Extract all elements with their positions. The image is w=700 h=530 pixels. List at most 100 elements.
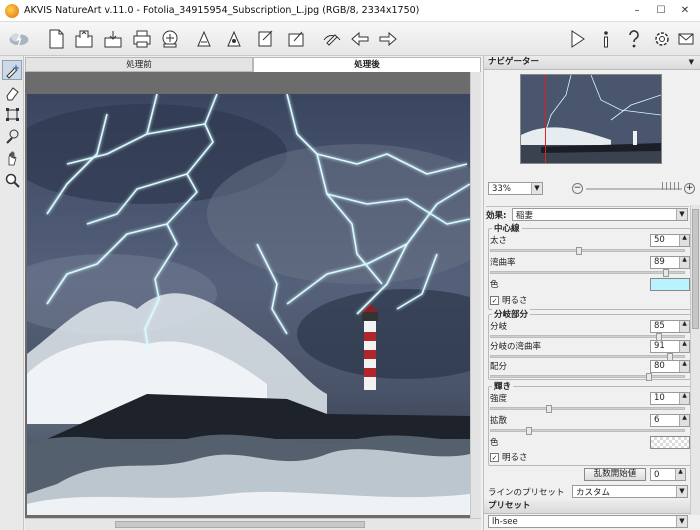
preset-dropdown-icon: ▼ xyxy=(676,516,687,527)
thickness-stepper[interactable]: 50 ▲ xyxy=(650,233,690,247)
distribution-value: 80 xyxy=(654,361,665,371)
navigator-header: ナビゲーター ▼ xyxy=(484,56,700,70)
tab-before[interactable]: 処理前 xyxy=(25,57,253,72)
thickness-label: 太さ xyxy=(490,236,508,246)
branch-label: 分岐 xyxy=(490,322,508,332)
image-canvas-area[interactable] xyxy=(25,72,481,518)
curvature-value: 89 xyxy=(654,257,665,267)
tab-after[interactable]: 処理後 xyxy=(253,57,481,72)
canvas-horizontal-scrollbar[interactable] xyxy=(25,518,481,530)
branch-curvature-value: 91 xyxy=(654,341,665,351)
spin-arrows-icon[interactable]: ▲ xyxy=(679,340,689,352)
zoom-dropdown-icon: ▼ xyxy=(531,183,542,194)
history-brush-tool-icon[interactable] xyxy=(2,126,22,146)
intensity-stepper[interactable]: 10 ▲ xyxy=(650,391,690,405)
line-preset-label: ラインのプリセット xyxy=(488,488,565,498)
minimize-button[interactable]: – xyxy=(630,4,644,18)
run-play-icon[interactable] xyxy=(565,27,589,51)
random-seed-button[interactable]: 乱数開始値 xyxy=(584,468,646,481)
glow-color-label: 色 xyxy=(490,438,499,448)
close-button[interactable]: ✕ xyxy=(678,4,692,18)
spin-arrows-icon[interactable]: ▲ xyxy=(675,469,685,480)
spin-arrows-icon[interactable]: ▲ xyxy=(679,234,689,246)
distribution-stepper[interactable]: 80 ▲ xyxy=(650,359,690,373)
branch-value: 85 xyxy=(654,321,665,331)
center-color-label: 色 xyxy=(490,280,499,290)
intensity-slider[interactable] xyxy=(490,405,685,413)
maximize-button[interactable]: ☐ xyxy=(654,4,668,18)
batch-icon[interactable] xyxy=(192,27,216,51)
navigator-view-frame[interactable] xyxy=(545,75,661,163)
line-preset-select[interactable]: カスタム ▼ xyxy=(572,485,688,498)
glow-brightness-checkbox[interactable]: ✓ xyxy=(490,452,499,462)
notifications-icon[interactable] xyxy=(674,27,698,51)
preset-edit-icon[interactable] xyxy=(284,27,308,51)
zoom-select[interactable]: 33% ▼ xyxy=(488,182,543,195)
branch-curvature-stepper[interactable]: 91 ▲ xyxy=(650,339,690,353)
zoom-out-button[interactable]: − xyxy=(572,183,583,194)
spread-stepper[interactable]: 6 ▲ xyxy=(650,413,690,427)
presets-header: プリセット xyxy=(484,500,691,514)
curvature-label: 湾曲率 xyxy=(490,258,516,268)
open-file-icon[interactable] xyxy=(72,27,96,51)
print-icon[interactable] xyxy=(130,27,154,51)
intensity-value: 10 xyxy=(654,393,665,403)
canvas-vertical-scrollbar[interactable] xyxy=(470,72,481,518)
zoom-slider[interactable] xyxy=(586,182,682,190)
hand-tool-icon[interactable] xyxy=(2,148,22,168)
spread-value: 6 xyxy=(654,415,660,425)
random-seed-value: 0 xyxy=(654,469,660,480)
effect-select[interactable]: 稲妻 ▼ xyxy=(512,208,688,221)
distribution-slider[interactable] xyxy=(490,373,685,381)
processed-image[interactable] xyxy=(27,94,470,515)
panel-scroll-thumb[interactable] xyxy=(692,209,699,329)
zoom-tool-icon[interactable] xyxy=(2,170,22,190)
navigator-thumbnail[interactable] xyxy=(520,74,662,164)
distribution-slider-knob[interactable] xyxy=(646,373,652,381)
effect-label: 効果: xyxy=(486,211,507,221)
spin-arrows-icon[interactable]: ▲ xyxy=(679,414,689,426)
curvature-stepper[interactable]: 89 ▲ xyxy=(650,255,690,269)
spin-arrows-icon[interactable]: ▲ xyxy=(679,256,689,268)
random-seed-stepper[interactable]: 0 ▲ xyxy=(650,468,686,481)
center-brightness-label: 明るさ xyxy=(502,296,528,306)
preset-export-icon[interactable] xyxy=(254,27,278,51)
share-icon[interactable] xyxy=(158,27,182,51)
collapse-chevron-icon[interactable]: ▼ xyxy=(689,56,694,69)
main-toolbar xyxy=(0,22,700,56)
spin-arrows-icon[interactable]: ▲ xyxy=(679,320,689,332)
lightning-brush-tool-icon[interactable] xyxy=(2,60,22,80)
spread-slider[interactable] xyxy=(490,427,685,435)
undo-arrow-icon[interactable] xyxy=(348,27,372,51)
zoom-in-button[interactable]: + xyxy=(684,183,695,194)
akvis-home-icon[interactable] xyxy=(4,27,34,51)
horizontal-scroll-thumb[interactable] xyxy=(115,521,365,528)
thickness-value: 50 xyxy=(654,235,665,245)
transform-tool-icon[interactable] xyxy=(2,104,22,124)
center-brightness-checkbox[interactable]: ✓ xyxy=(490,295,499,305)
save-file-icon[interactable] xyxy=(101,27,125,51)
title-bar: AKVIS NatureArt v.11.0 - Fotolia_3491595… xyxy=(0,0,700,22)
eraser-tool-icon[interactable] xyxy=(2,82,22,102)
settings-panel: ナビゲーター ▼ 33% ▼ − + 効果: 稲妻 ▼ 中心線 太さ 50 ▲ 湾曲率… xyxy=(483,56,700,530)
app-logo-icon xyxy=(5,4,19,18)
spin-arrows-icon[interactable]: ▲ xyxy=(679,392,689,404)
info-icon[interactable] xyxy=(594,27,618,51)
redo-arrow-icon[interactable] xyxy=(376,27,400,51)
center-color-swatch[interactable] xyxy=(650,277,690,291)
spin-arrows-icon[interactable]: ▲ xyxy=(679,360,689,372)
glow-brightness-label: 明るさ xyxy=(502,453,528,463)
intensity-label: 強度 xyxy=(490,394,508,404)
settings-gear-icon[interactable] xyxy=(650,27,674,51)
thickness-slider[interactable] xyxy=(490,247,685,255)
preset-select[interactable]: lh-see ▼ xyxy=(488,515,688,528)
branch-stepper[interactable]: 85 ▲ xyxy=(650,319,690,333)
preset-import-icon[interactable] xyxy=(222,27,246,51)
help-icon[interactable] xyxy=(622,27,646,51)
new-file-icon[interactable] xyxy=(44,27,68,51)
tool-palette xyxy=(0,56,24,530)
curvature-slider[interactable] xyxy=(490,269,685,277)
glow-color-swatch[interactable] xyxy=(650,435,690,449)
panel-scrollbar[interactable] xyxy=(690,205,700,515)
brush-preset-icon[interactable] xyxy=(320,27,344,51)
